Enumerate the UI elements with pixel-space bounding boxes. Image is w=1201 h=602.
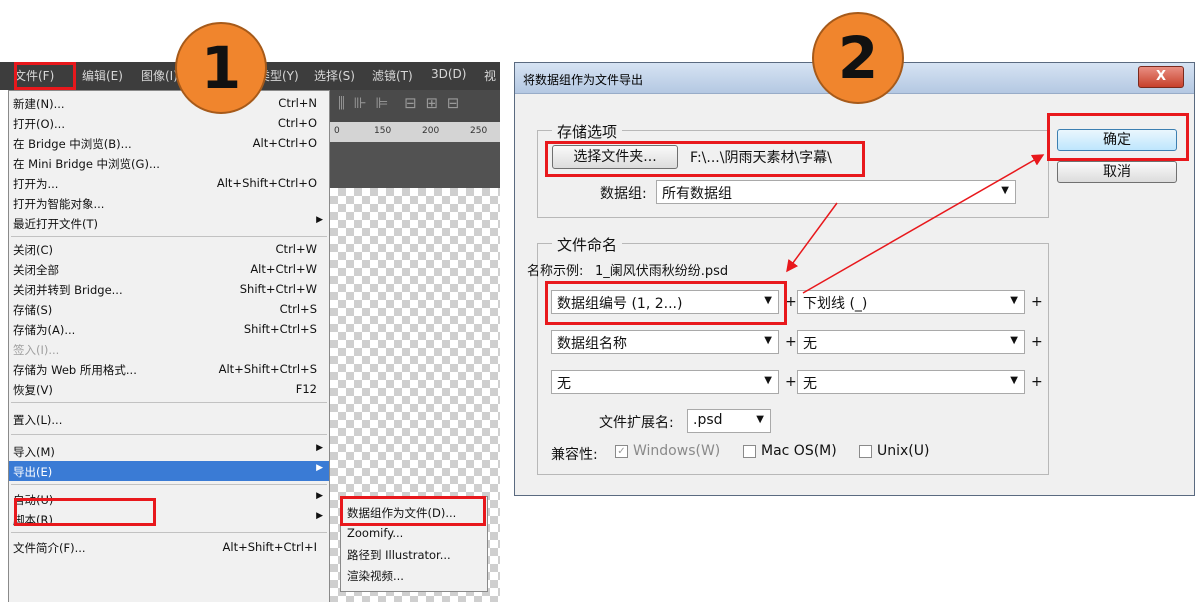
plus-sign: + xyxy=(1031,294,1043,310)
menu-item-open-smart-object[interactable]: 打开为智能对象... xyxy=(9,193,329,213)
chevron-down-icon: ▼ xyxy=(764,375,772,386)
submenu-item-paths-to-illustrator[interactable]: 路径到 Illustrator... xyxy=(347,547,451,563)
submenu-arrow-icon: ▶ xyxy=(316,463,323,473)
ruler: 0 150 200 250 xyxy=(330,122,500,143)
chevron-down-icon: ▼ xyxy=(1010,375,1018,386)
menu-select[interactable]: 选择(S) xyxy=(314,67,355,84)
plus-sign: + xyxy=(1031,334,1043,350)
chevron-down-icon: ▼ xyxy=(1010,335,1018,346)
export-data-sets-dialog: 将数据组作为文件导出 X 存储选项 选择文件夹... F:\...\阴雨天素材\… xyxy=(514,62,1195,496)
mac-os-checkbox[interactable]: Mac OS(M) xyxy=(743,443,863,463)
step-badge-2: 2 xyxy=(812,12,904,104)
menu-item-revert[interactable]: 恢复(V) F12 xyxy=(9,379,329,399)
unix-checkbox[interactable]: Unix(U) xyxy=(859,443,959,463)
checkmark-icon: ✓ xyxy=(615,445,628,458)
menu-separator xyxy=(11,532,327,533)
highlight-ok-button xyxy=(1047,113,1189,161)
menu-filter[interactable]: 滤镜(T) xyxy=(372,67,413,84)
menu-separator xyxy=(11,484,327,485)
chevron-down-icon: ▼ xyxy=(1010,295,1018,306)
menu-image[interactable]: 图像(I) xyxy=(141,67,178,84)
menu-item-browse-bridge[interactable]: 在 Bridge 中浏览(B)... Alt+Ctrl+O xyxy=(9,133,329,153)
menu-item-recent-files[interactable]: 最近打开文件(T) ▶ xyxy=(9,213,329,233)
naming-select-3b[interactable]: 无 ▼ xyxy=(797,370,1025,394)
chevron-down-icon: ▼ xyxy=(1001,185,1009,196)
cancel-button[interactable]: 取消 xyxy=(1057,161,1177,183)
chevron-down-icon: ▼ xyxy=(756,414,764,425)
menu-separator xyxy=(11,434,327,435)
plus-sign: + xyxy=(785,374,797,390)
menu-item-place[interactable]: 置入(L)... xyxy=(9,409,329,429)
chevron-down-icon: ▼ xyxy=(764,335,772,346)
align-toolbar: ⫼ ⊪ ⊫ ⊟ ⊞ ⊟ xyxy=(330,90,500,122)
menu-item-file-info[interactable]: 文件简介(F)... Alt+Shift+Ctrl+I xyxy=(9,537,329,557)
highlight-data-sets-as-files xyxy=(340,496,486,526)
naming-select-2a[interactable]: 数据组名称 ▼ xyxy=(551,330,779,354)
menu-item-save-as[interactable]: 存储为(A)... Shift+Ctrl+S xyxy=(9,319,329,339)
step-badge-1: 1 xyxy=(175,22,267,114)
canvas-margin xyxy=(330,142,500,188)
submenu-item-zoomify[interactable]: Zoomify... xyxy=(347,526,403,540)
compatibility-label: 兼容性: xyxy=(551,447,598,463)
menu-item-open-as[interactable]: 打开为... Alt+Shift+Ctrl+O xyxy=(9,173,329,193)
menu-item-new[interactable]: 新建(N)... Ctrl+N xyxy=(9,93,329,113)
ruler-tick: 150 xyxy=(374,126,392,136)
highlight-storage-path xyxy=(545,141,865,177)
naming-select-2b[interactable]: 无 ▼ xyxy=(797,330,1025,354)
file-extension-label: 文件扩展名: xyxy=(599,415,674,431)
ruler-tick: 0 xyxy=(334,126,340,136)
checkbox-icon xyxy=(859,445,872,458)
photoshop-window: 文件(F) 编辑(E) 图像(I) 类型(Y) 选择(S) 滤镜(T) 3D(D… xyxy=(0,62,500,602)
submenu-arrow-icon: ▶ xyxy=(316,443,323,453)
menu-separator xyxy=(11,236,327,237)
name-example: 1_阑风伏雨秋纷纷.psd xyxy=(595,264,729,279)
menu-item-close-go-bridge[interactable]: 关闭并转到 Bridge... Shift+Ctrl+W xyxy=(9,279,329,299)
ruler-tick: 200 xyxy=(422,126,440,136)
close-button[interactable]: X xyxy=(1138,66,1184,88)
checkbox-icon xyxy=(743,445,756,458)
submenu-arrow-icon: ▶ xyxy=(316,215,323,225)
menu-item-export[interactable]: 导出(E) ▶ xyxy=(9,461,329,481)
menu-item-save[interactable]: 存储(S) Ctrl+S xyxy=(9,299,329,319)
highlight-export-item xyxy=(14,498,156,526)
ruler-tick: 250 xyxy=(470,126,488,136)
submenu-arrow-icon: ▶ xyxy=(316,511,323,521)
windows-checkbox[interactable]: ✓ Windows(W) xyxy=(615,443,755,463)
submenu-item-render-video[interactable]: 渲染视频... xyxy=(347,568,404,584)
name-example-label: 名称示例: xyxy=(527,264,584,279)
menu-item-import[interactable]: 导入(M) ▶ xyxy=(9,441,329,461)
highlight-file-menu xyxy=(14,62,76,90)
menu-item-check-in: 签入(I)... xyxy=(13,343,60,357)
naming-select-3a[interactable]: 无 ▼ xyxy=(551,370,779,394)
file-extension-select[interactable]: .psd ▼ xyxy=(687,409,771,433)
dataset-select[interactable]: 所有数据组 ▼ xyxy=(656,180,1016,204)
menu-item-close-all[interactable]: 关闭全部 Alt+Ctrl+W xyxy=(9,259,329,279)
menu-item-close[interactable]: 关闭(C) Ctrl+W xyxy=(9,239,329,259)
plus-sign: + xyxy=(785,334,797,350)
storage-options-legend: 存储选项 xyxy=(552,121,623,142)
file-naming-legend: 文件命名 xyxy=(552,234,623,255)
submenu-arrow-icon: ▶ xyxy=(316,491,323,501)
menu-item-browse-mini-bridge[interactable]: 在 Mini Bridge 中浏览(G)... xyxy=(9,153,329,173)
menu-view[interactable]: 视 xyxy=(484,67,496,84)
plus-sign: + xyxy=(1031,374,1043,390)
dataset-label: 数据组: xyxy=(600,186,647,202)
menu-item-save-for-web[interactable]: 存储为 Web 所用格式... Alt+Shift+Ctrl+S xyxy=(9,359,329,379)
highlight-naming-select xyxy=(545,281,787,325)
menu-edit[interactable]: 编辑(E) xyxy=(82,67,123,84)
dialog-title: 将数据组作为文件导出 xyxy=(523,73,644,87)
align-icons[interactable]: ⫼ ⊪ ⊫ ⊟ ⊞ ⊟ xyxy=(338,94,461,112)
menu-3d[interactable]: 3D(D) xyxy=(431,67,466,81)
naming-select-1b[interactable]: 下划线 (_) ▼ xyxy=(797,290,1025,314)
menu-separator xyxy=(11,402,327,403)
menu-item-open[interactable]: 打开(O)... Ctrl+O xyxy=(9,113,329,133)
